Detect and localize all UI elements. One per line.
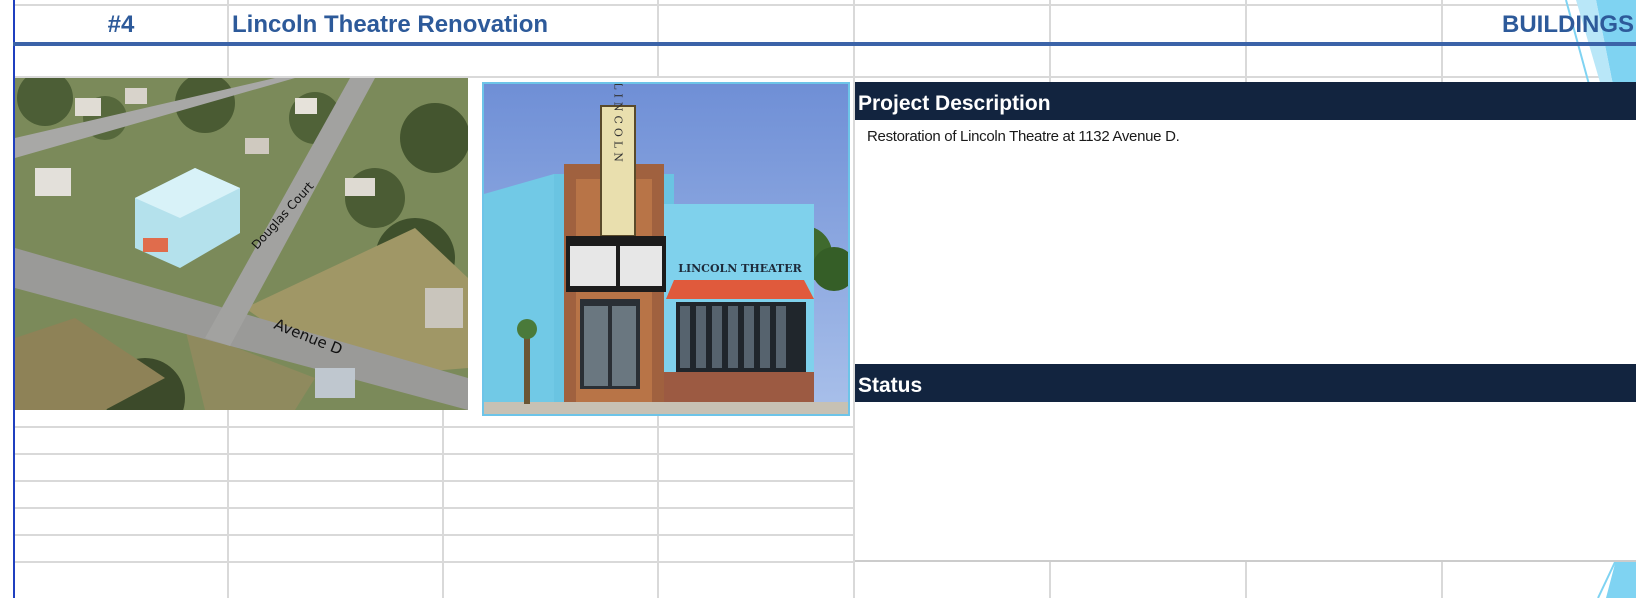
corner-decoration [1597,560,1636,598]
project-title: Lincoln Theatre Renovation [232,11,549,38]
theatre-photo: LINCOLN LINCOLN THEATER [482,82,850,416]
building-sign-text: LINCOLN THEATER [678,262,802,275]
grid-line [657,0,659,78]
grid-line [657,410,659,598]
aerial-photo: Douglas Court Avenue D [15,78,468,410]
grid-line [13,426,853,428]
project-description-header: Project Description [855,82,1636,120]
status-text [855,402,1636,422]
grid-line [13,561,853,563]
grid-line [1049,560,1051,598]
vertical-sign-text: LINCOLN [612,84,625,166]
grid-line [1441,0,1443,82]
grid-line [13,453,853,455]
grid-line [1245,0,1247,82]
status-box [855,402,1636,562]
grid-line [1441,560,1443,598]
project-description-box [855,120,1636,364]
grid-line [13,480,853,482]
grid-line [13,507,853,509]
grid-line [13,4,1636,6]
status-header: Status [855,364,1636,402]
project-number: #4 [107,11,135,38]
grid-line [442,410,444,598]
grid-line [1245,560,1247,598]
grid-line [13,534,853,536]
grid-line [1049,0,1051,82]
project-category: BUILDINGS [1502,11,1634,38]
header-underline [13,42,1636,46]
project-description-text: Restoration of Lincoln Theatre at 1132 A… [867,128,1180,145]
